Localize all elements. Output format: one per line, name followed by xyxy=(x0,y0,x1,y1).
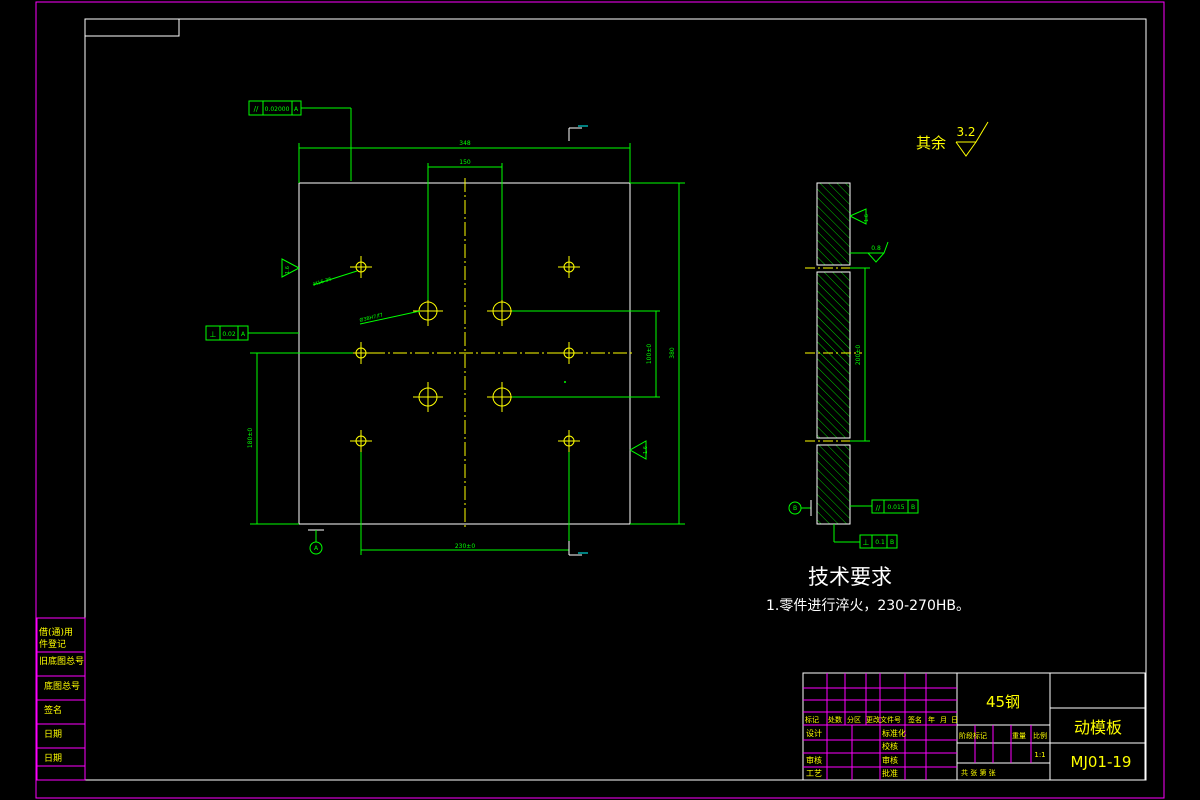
section-mark-bottom xyxy=(568,541,588,556)
section-mark-top xyxy=(568,125,588,141)
perp-tol-value: 0.02 xyxy=(222,331,236,338)
side-rough-top-value: 1.6 xyxy=(864,214,870,222)
side-view: 200±0 1.6 0.8 // 0.015 B ⊥ 0.1 B B xyxy=(788,182,919,549)
side-parallel-datum: B xyxy=(911,504,915,511)
center-dot xyxy=(564,381,566,383)
perp-tol-datum: A xyxy=(241,331,246,338)
perp-tolerance-frame xyxy=(205,325,299,341)
dim-width-label: 348 xyxy=(459,140,471,147)
front-view: 348 150 380 100±0 180±0 230±0 // 0.02000… xyxy=(205,100,685,556)
title-row-label: 更改文件号 xyxy=(866,715,901,724)
standardize-label: 标准化 xyxy=(882,728,906,738)
side-perp-value: 0.1 xyxy=(875,539,885,546)
review-label: 审核 xyxy=(806,755,822,765)
side-perp-symbol: ⊥ xyxy=(863,538,870,547)
roughness-other-value: 3.2 xyxy=(956,125,975,139)
top-left-box xyxy=(84,18,180,37)
small-hole xyxy=(558,256,580,278)
rough-left-value: 1.6 xyxy=(285,266,291,274)
cad-drawing: 348 150 380 100±0 180±0 230±0 // 0.02000… xyxy=(35,1,1165,799)
side-section-bottom xyxy=(816,444,851,525)
dimension-height xyxy=(630,182,685,525)
roughness-other-label: 其余 xyxy=(916,134,946,152)
parallel-tol-datum: A xyxy=(294,106,299,113)
strip-label: 底图总号 xyxy=(44,680,80,692)
side-perp-datum: B xyxy=(890,539,894,546)
side-parallel-value: 0.015 xyxy=(887,504,904,511)
dimension-right-inner xyxy=(512,310,660,398)
datum-b-label: B xyxy=(793,505,797,512)
design-label: 设计 xyxy=(806,728,822,738)
perp-symbol: ⊥ xyxy=(210,330,217,339)
check-label: 校核 xyxy=(882,741,898,751)
small-hole xyxy=(558,430,580,452)
title-block-grid xyxy=(803,673,1032,780)
side-parallel-symbol: // xyxy=(876,504,881,512)
title-row-label: 标记 xyxy=(805,715,819,724)
strip-label: 旧底图总号 xyxy=(39,655,84,667)
side-rough-hole-value: 0.8 xyxy=(871,245,881,252)
title-row-label: 分区 xyxy=(847,715,861,724)
dim-half-height-label: 180±0 xyxy=(247,428,254,448)
stage-mark-label: 阶段标记 xyxy=(959,731,987,740)
scale-value: 1:1 xyxy=(1034,751,1045,759)
large-hole xyxy=(413,382,443,412)
process-label: 工艺 xyxy=(806,769,822,778)
dim-bottom-label: 230±0 xyxy=(455,543,475,550)
sheets-label: 共 张 第 张 xyxy=(961,768,996,777)
small-hole xyxy=(350,430,372,452)
small-hole xyxy=(350,256,372,278)
side-section-top xyxy=(816,182,851,266)
parallel-tol-value: 0.02000 xyxy=(265,106,290,113)
title-row-label: 月 xyxy=(940,716,947,724)
side-roughness-hole xyxy=(850,241,889,263)
dim-right-inner-label: 100±0 xyxy=(646,344,653,364)
tech-note: 1.零件进行淬火，230-270HB。 xyxy=(766,598,970,614)
datum-a-label: A xyxy=(314,545,319,552)
weight-label: 重量 xyxy=(1012,732,1026,740)
outer-border xyxy=(35,1,1165,799)
title-row-label: 年 xyxy=(928,715,935,724)
parallel-symbol: // xyxy=(254,105,259,113)
strip-label: 签名 xyxy=(44,704,62,716)
scale-label: 比例 xyxy=(1033,731,1047,740)
hole-label-small: M16-36 xyxy=(313,276,333,288)
inner-border xyxy=(84,18,1147,781)
side-section-middle xyxy=(816,271,851,439)
material: 45钢 xyxy=(986,693,1020,711)
side-parallel-frame xyxy=(850,499,919,514)
title-row-label: 签名 xyxy=(908,715,922,724)
dimension-half-height xyxy=(250,352,353,525)
proofread-label: 审核 xyxy=(882,755,898,765)
strip-label: 借(通)用 xyxy=(39,626,73,638)
strip-label: 日期 xyxy=(44,753,62,764)
title-row-label: 处数 xyxy=(828,715,842,724)
side-dim-label: 200±0 xyxy=(855,345,862,365)
tech-title: 技术要求 xyxy=(808,565,892,589)
dim-height-label: 380 xyxy=(669,347,676,359)
small-hole xyxy=(558,342,580,364)
large-hole xyxy=(413,296,443,326)
approve-label: 批准 xyxy=(882,768,898,778)
title-row-label: 日 xyxy=(951,716,958,724)
strip-label: 件登记 xyxy=(39,638,66,650)
strip-label: 日期 xyxy=(44,729,62,740)
small-hole xyxy=(350,342,372,364)
part-name: 动模板 xyxy=(1074,718,1122,737)
parallel-tolerance-frame xyxy=(248,100,352,181)
rough-right-value: 1.6 xyxy=(643,446,649,454)
dim-inner-width-label: 150 xyxy=(459,159,471,166)
drawing-number: MJ01-19 xyxy=(1071,753,1132,771)
